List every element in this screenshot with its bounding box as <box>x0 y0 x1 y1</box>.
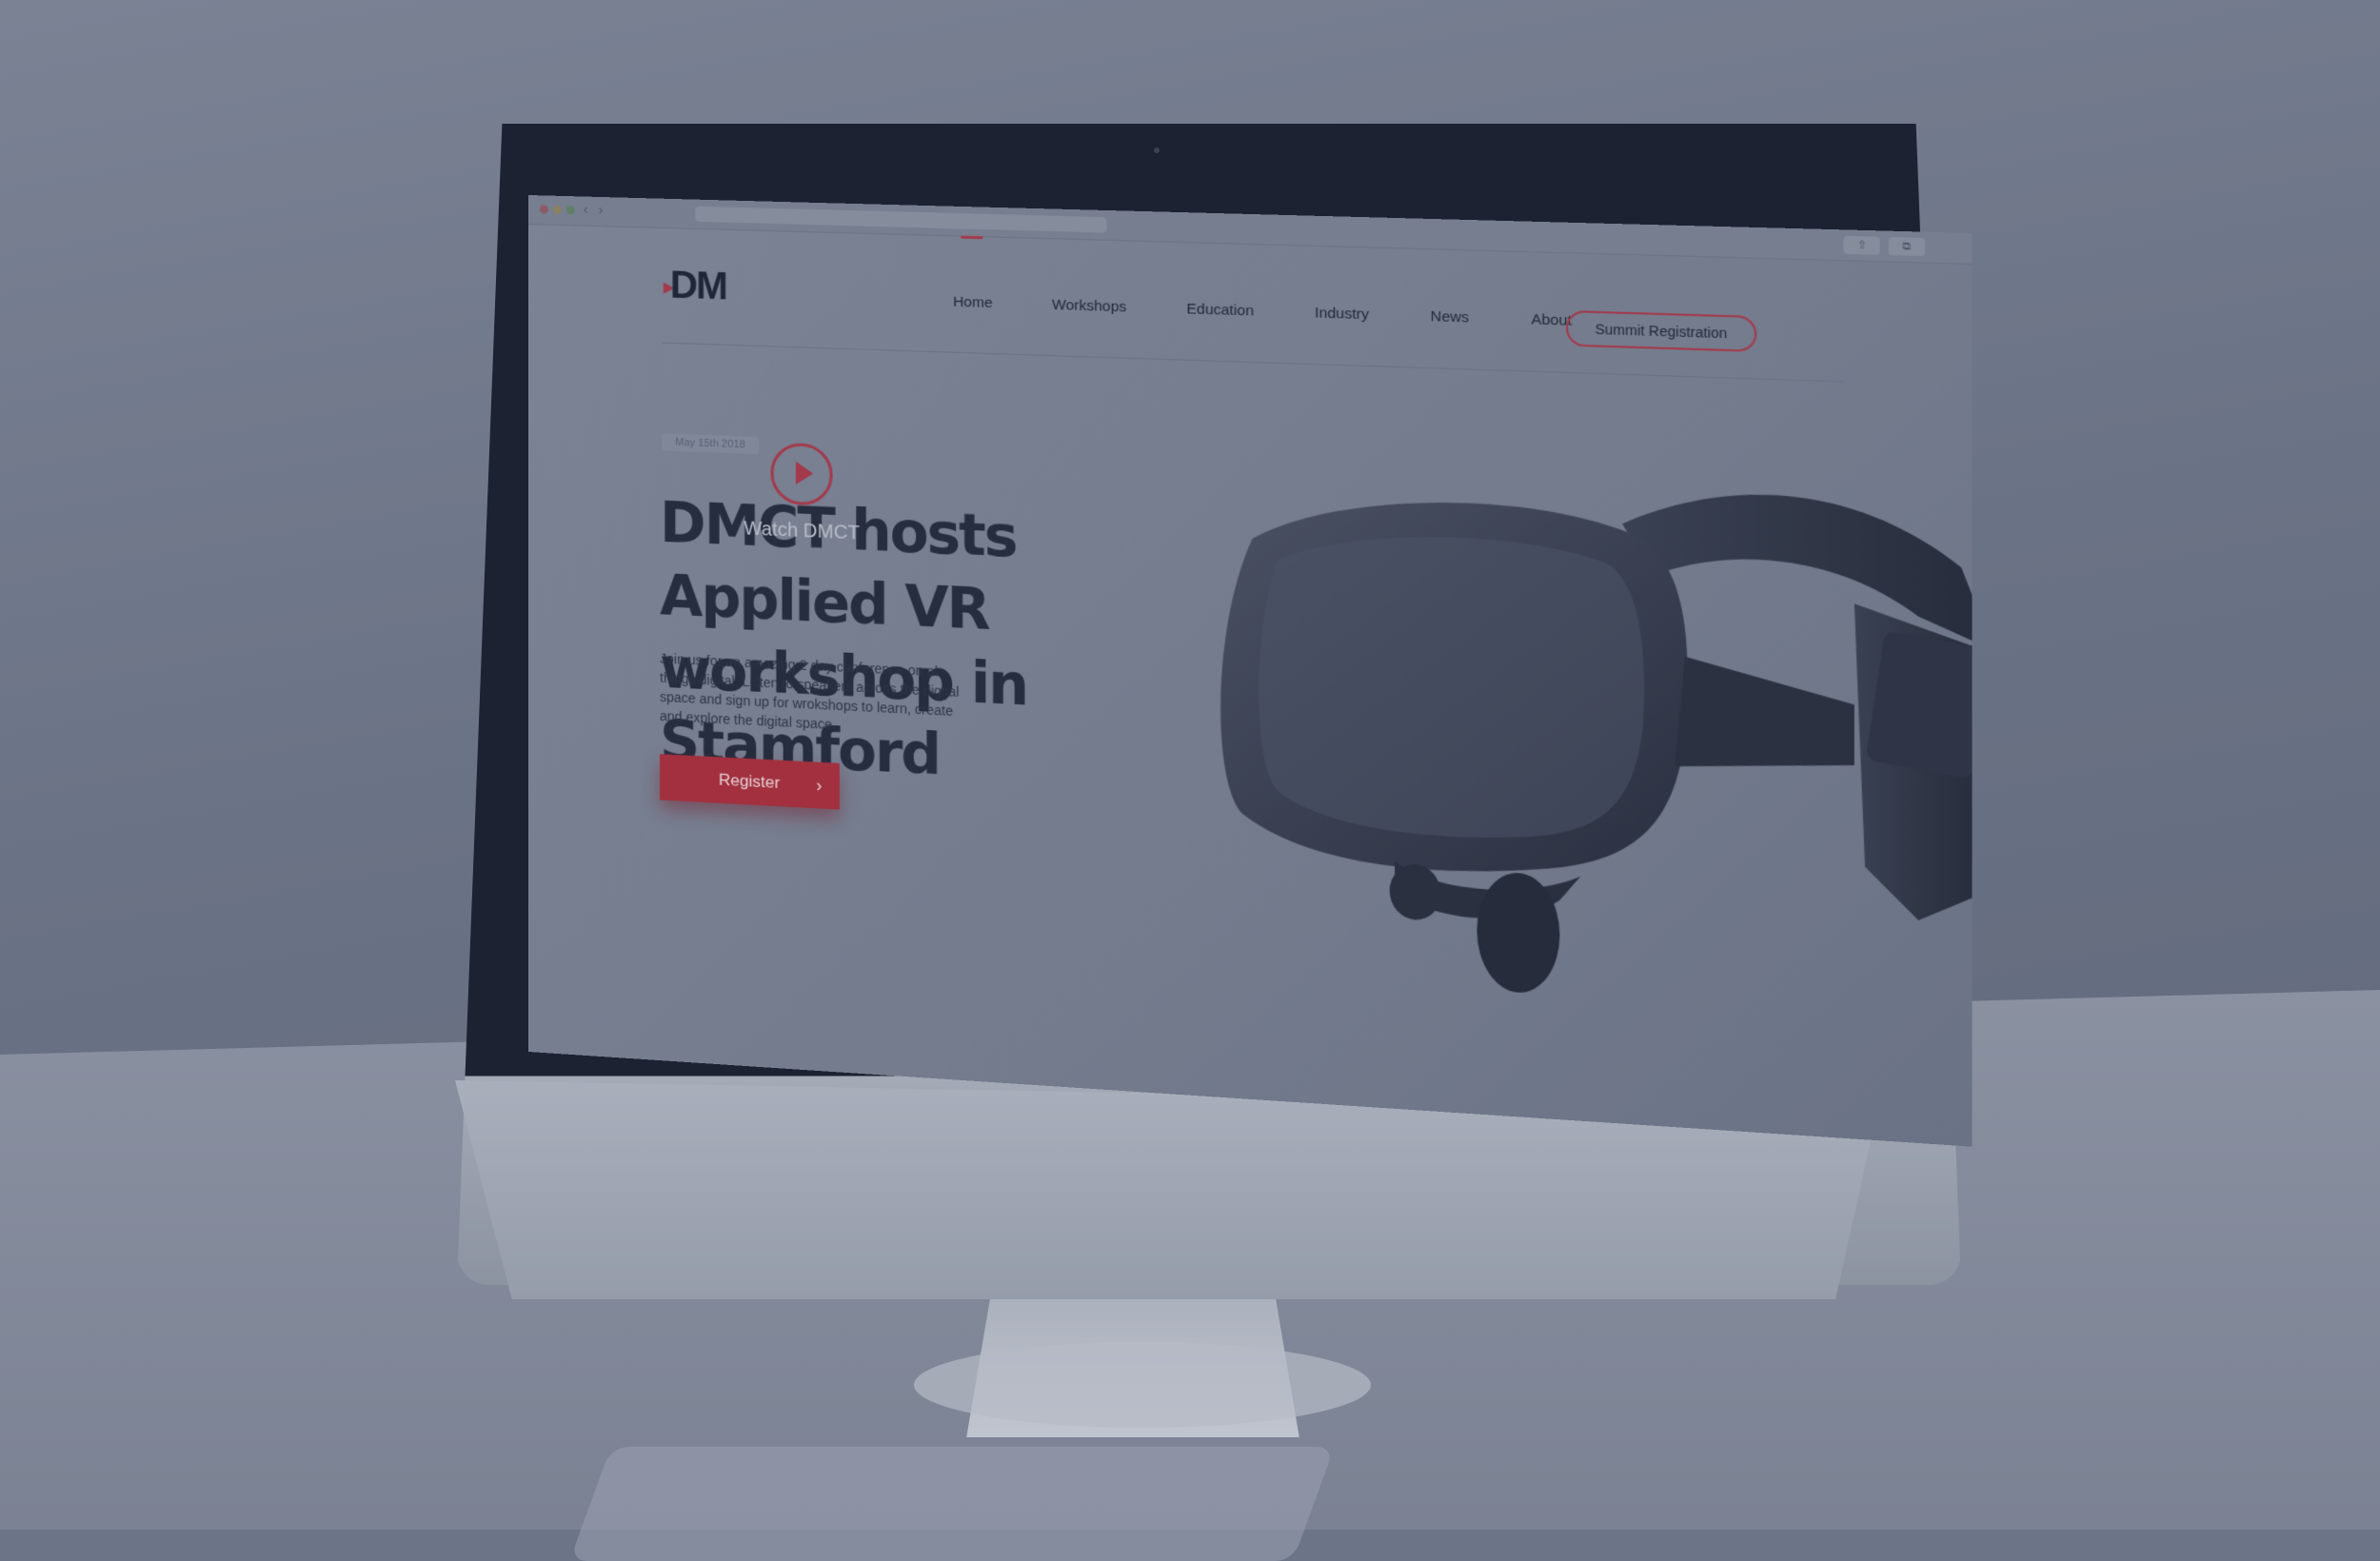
maximize-window-icon[interactable] <box>565 206 575 215</box>
site-logo[interactable]: ▶DM <box>664 264 726 308</box>
logo-text: DM <box>669 264 726 308</box>
monitor-stand-foot <box>914 1342 1371 1428</box>
register-button[interactable]: Register › <box>660 754 840 810</box>
nav-industry[interactable]: Industry <box>1315 305 1369 323</box>
back-arrow-icon[interactable]: ‹ <box>584 202 588 217</box>
share-icon[interactable]: ⇧ <box>1843 235 1880 255</box>
keyboard <box>569 1447 1335 1561</box>
close-window-icon[interactable] <box>539 205 548 214</box>
address-bar[interactable] <box>695 206 1107 233</box>
register-label: Register <box>718 770 781 793</box>
nav-home[interactable]: Home <box>953 294 992 312</box>
screen: ‹ › ⇧ ⧉ ▶DM Home Workshops Education Ind… <box>528 195 1973 1147</box>
summit-registration-button[interactable]: Summit Registration <box>1565 309 1757 352</box>
tabs-overview-icon[interactable]: ⧉ <box>1888 236 1925 257</box>
nav-news[interactable]: News <box>1431 308 1470 326</box>
minimize-window-icon[interactable] <box>552 205 562 214</box>
vr-headset-image <box>1220 489 1973 996</box>
nav-education[interactable]: Education <box>1186 301 1254 320</box>
play-icon <box>795 461 814 485</box>
date-badge: May 15th 2018 <box>662 433 760 455</box>
forward-arrow-icon[interactable]: › <box>599 202 604 217</box>
nav-workshops[interactable]: Workshops <box>1052 297 1126 316</box>
apple-logo-icon <box>1066 1085 1133 1161</box>
main-nav: Home Workshops Education Industry News A… <box>953 294 1635 332</box>
chevron-right-icon: › <box>816 775 823 796</box>
camera-dot <box>1154 148 1160 153</box>
hero-description: Join us for an amazing 2 day conference … <box>660 650 960 733</box>
active-nav-indicator <box>961 235 983 240</box>
